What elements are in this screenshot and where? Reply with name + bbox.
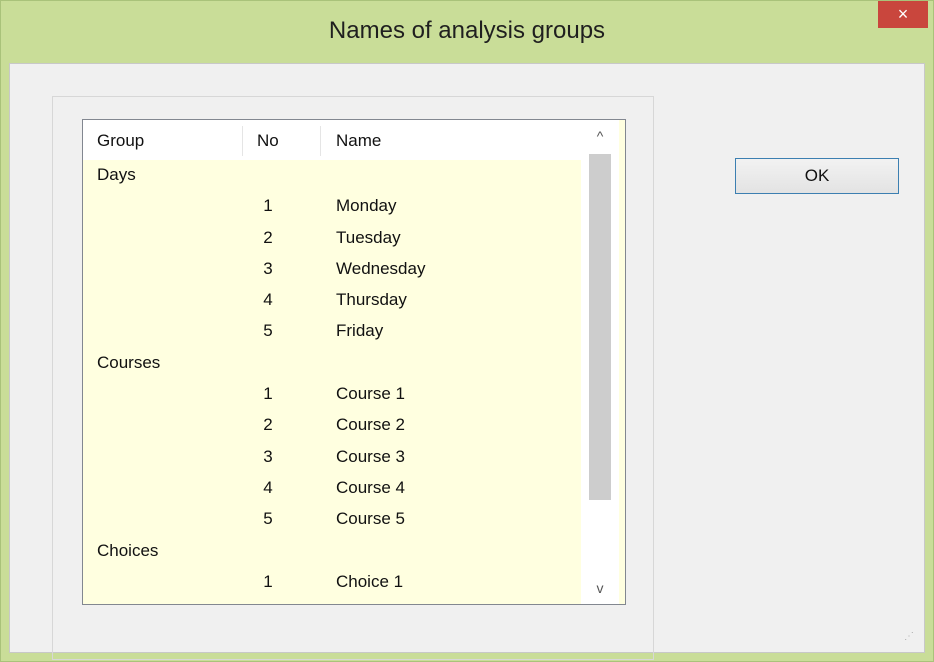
list-item[interactable]: 2 Course 2 — [83, 410, 581, 441]
list-item[interactable]: 1 Monday — [83, 191, 581, 222]
row-group-cell: Courses — [97, 352, 161, 372]
row-group-cell: Choices — [97, 540, 159, 560]
window-title: Names of analysis groups — [328, 17, 606, 44]
row-name-cell: Choice 1 — [336, 571, 404, 591]
dialog-window: Names of analysis groups × Group No Name… — [0, 0, 934, 662]
list-item[interactable]: 4 Course 4 — [83, 473, 581, 504]
resize-grip-icon[interactable]: ⋰ — [904, 631, 914, 642]
close-icon: × — [897, 4, 909, 24]
list-item[interactable]: Days — [83, 160, 581, 191]
row-number-cell: 3 — [263, 446, 273, 466]
list-item[interactable]: 1 Choice 1 — [83, 567, 581, 598]
row-number-cell: 2 — [263, 415, 273, 435]
list-item[interactable]: 1 Course 1 — [83, 379, 581, 410]
row-name-cell: Friday — [336, 321, 384, 341]
ok-button[interactable]: OK — [735, 158, 899, 194]
list-item[interactable]: 2 Tuesday — [83, 223, 581, 254]
list-item[interactable]: 5 Friday — [83, 316, 581, 347]
row-name-cell: Course 2 — [336, 415, 405, 435]
close-button[interactable]: × — [878, 1, 928, 28]
row-name-cell: Monday — [336, 196, 397, 216]
row-name-cell: Tuesday — [336, 227, 401, 247]
scrollbar-thumb[interactable] — [589, 154, 611, 500]
analysis-groups-list[interactable]: Group No Name Days 1 Monday 2 Tuesday 3 Wednes… — [82, 119, 626, 605]
list-header: Group No Name — [83, 120, 581, 160]
list-item[interactable]: 4 Thursday — [83, 285, 581, 316]
row-group-cell: Days — [97, 165, 136, 184]
list-item[interactable]: 3 Course 3 — [83, 442, 581, 473]
vertical-scrollbar[interactable]: ^ v — [581, 120, 619, 604]
row-number-cell: 3 — [263, 258, 273, 278]
row-number-cell: 5 — [263, 321, 273, 341]
column-divider[interactable] — [242, 126, 243, 156]
row-number-cell: 4 — [263, 290, 273, 310]
scroll-up-icon[interactable]: ^ — [581, 120, 619, 152]
title-bar[interactable]: Names of analysis groups × — [1, 1, 933, 63]
row-name-cell: Course 5 — [336, 509, 405, 529]
row-name-cell: Thursday — [336, 290, 407, 310]
list-item[interactable]: 3 Wednesday — [83, 254, 581, 285]
column-header-name[interactable]: Name — [336, 120, 381, 160]
scroll-down-icon[interactable]: v — [581, 572, 619, 604]
list-item[interactable]: Choices — [83, 536, 581, 567]
row-number-cell: 2 — [263, 227, 273, 247]
row-number-cell: 1 — [263, 196, 273, 216]
dialog-client-area: Group No Name Days 1 Monday 2 Tuesday 3 Wednes… — [9, 63, 925, 660]
list-rows: Days 1 Monday 2 Tuesday 3 Wednesday 4 Thursday 5 F… — [83, 160, 581, 598]
row-name-cell: Wednesday — [336, 258, 426, 278]
row-name-cell: Course 3 — [336, 446, 405, 466]
row-number-cell: 1 — [263, 384, 273, 404]
column-header-group[interactable]: Group — [97, 120, 144, 160]
row-name-cell: Course 1 — [336, 384, 405, 404]
row-number-cell: 1 — [263, 571, 273, 591]
row-name-cell: Course 4 — [336, 477, 405, 497]
column-divider[interactable] — [320, 126, 321, 156]
column-header-no[interactable]: No — [257, 120, 279, 160]
row-number-cell: 4 — [263, 477, 273, 497]
list-item[interactable]: Courses — [83, 348, 581, 379]
row-number-cell: 5 — [263, 509, 273, 529]
list-item[interactable]: 5 Course 5 — [83, 504, 581, 535]
